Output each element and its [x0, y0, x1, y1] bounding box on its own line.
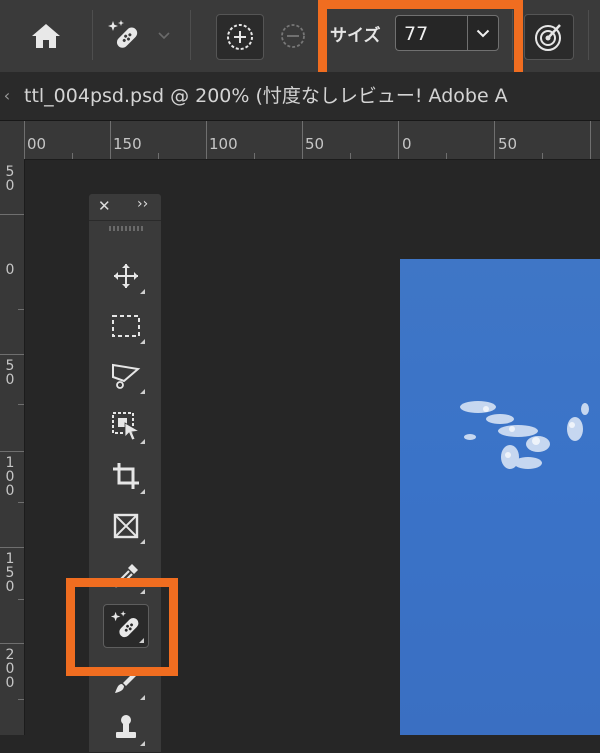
ruler-label: 1 5 0 [5, 551, 15, 595]
move-icon [114, 264, 138, 288]
vertical-ruler: 5 0 0 5 0 1 0 0 1 5 0 2 0 0 [0, 159, 25, 735]
object-selection-icon [112, 412, 141, 441]
cloud-image [460, 401, 589, 469]
object-selection-tool[interactable] [103, 404, 149, 448]
document-tab-bar: ‹ ttl_004psd.psd @ 200% (忖度なしレビュー! Adobe… [0, 72, 600, 121]
ruler-label: 50 [498, 135, 518, 153]
target-brush-icon [535, 24, 561, 51]
ruler-label: 0 [5, 262, 15, 278]
ruler-label: 00 [27, 135, 47, 153]
panel-grip[interactable] [109, 226, 143, 231]
tools-panel-header[interactable]: ✕ ›› [89, 194, 161, 221]
canvas-image[interactable] [400, 259, 600, 735]
document-tab-title[interactable]: ttl_004psd.psd @ 200% (忖度なしレビュー! Adobe A [24, 72, 600, 120]
ruler-label: 100 [209, 135, 238, 153]
move-tool[interactable] [103, 254, 149, 298]
rect-marquee-icon [112, 315, 140, 337]
frame-tool[interactable] [103, 504, 149, 548]
ruler-label: 5 0 [5, 358, 15, 388]
home-icon [32, 24, 60, 48]
frame-icon [113, 513, 139, 539]
stamp-icon [116, 715, 136, 738]
ruler-label: 1 0 0 [5, 455, 15, 499]
circle-minus-icon [281, 24, 305, 48]
ruler-label: 50 [305, 135, 325, 153]
subtract-from-selection-button[interactable] [276, 18, 310, 54]
tool-preset-picker[interactable] [104, 14, 144, 58]
horizontal-ruler: 00 150 100 50 0 50 [0, 121, 600, 160]
active-tool-highlight-box [66, 578, 178, 676]
close-icon[interactable]: ✕ [98, 197, 111, 215]
ruler-label: 2 0 0 [5, 647, 15, 691]
crop-icon [113, 463, 139, 489]
lasso-tool[interactable] [103, 354, 149, 398]
clone-stamp-tool[interactable] [103, 706, 149, 750]
tool-preset-chevron-icon[interactable] [156, 28, 172, 44]
tab-scroll-left-icon[interactable]: ‹ [0, 72, 14, 120]
polygonal-lasso-icon [112, 363, 141, 389]
target-brush-button[interactable] [524, 14, 574, 60]
ruler-label: 150 [113, 135, 142, 153]
marquee-tool[interactable] [103, 304, 149, 348]
ruler-label: 0 [402, 135, 412, 153]
add-to-selection-button[interactable] [216, 14, 264, 60]
crop-tool[interactable] [103, 454, 149, 498]
home-button[interactable] [24, 16, 68, 56]
circle-plus-icon [227, 24, 253, 50]
expand-icon[interactable]: ›› [137, 196, 148, 212]
ruler-label: 5 0 [5, 164, 15, 194]
spot-healing-brush-icon [108, 20, 138, 48]
